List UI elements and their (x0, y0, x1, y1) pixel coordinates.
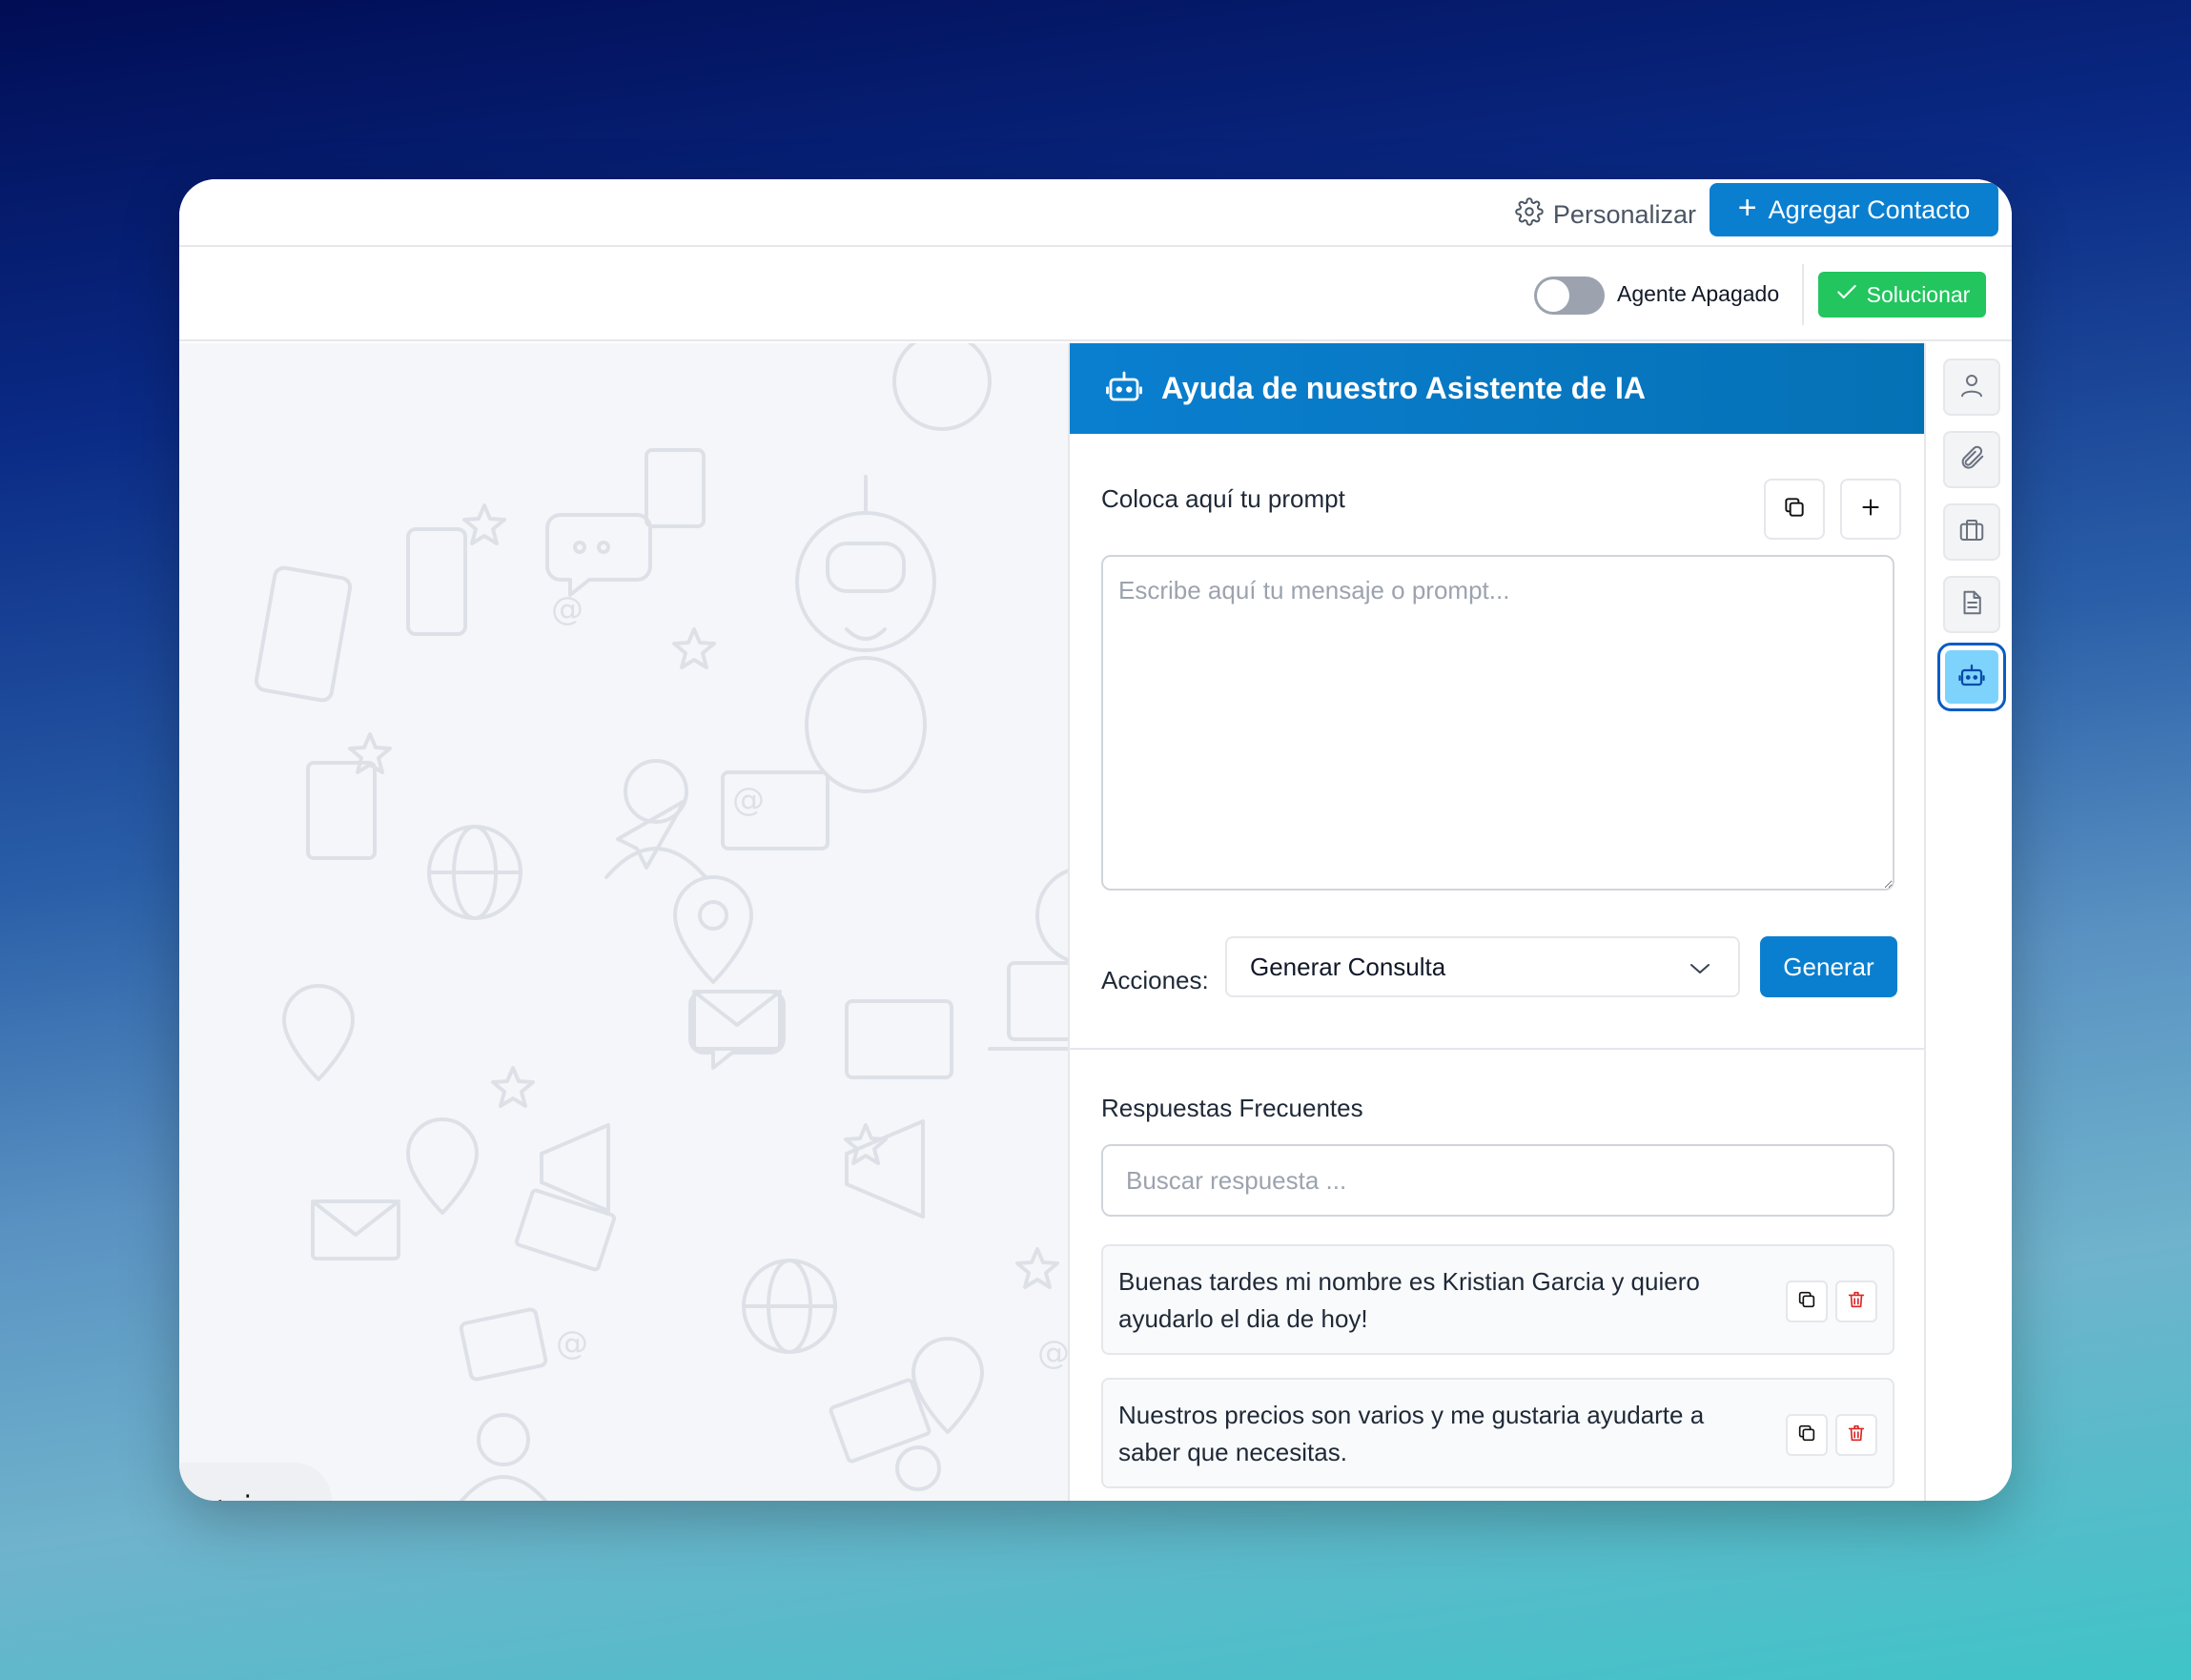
chat-input-corner[interactable]: ◐ ⋮ (179, 1463, 332, 1501)
svg-text:@: @ (556, 1324, 588, 1362)
copy-icon (1796, 1423, 1817, 1448)
generar-button[interactable]: Generar (1760, 936, 1897, 997)
svg-text:@: @ (551, 590, 584, 628)
trash-icon (1846, 1423, 1867, 1448)
actions-label: Acciones: (1101, 966, 1209, 994)
actions-select[interactable]: Generar Consulta (1225, 936, 1740, 997)
agent-toggle-label: Agente Apagado (1617, 281, 1780, 306)
agent-toggle[interactable] (1534, 277, 1605, 315)
plus-icon: + (1737, 190, 1757, 226)
prompt-textarea[interactable] (1101, 555, 1894, 891)
personalizar-label: Personalizar (1552, 199, 1696, 229)
gear-icon (1515, 196, 1544, 233)
prompt-label: Coloca aquí tu prompt (1101, 484, 1345, 513)
right-rail (1926, 343, 2012, 1501)
response-text: Buenas tardes mi nombre es Kristian Garc… (1118, 1267, 1700, 1333)
chat-area: @ @ @ @ ◐ ⋮ (179, 343, 1068, 1501)
plus-icon (1858, 495, 1883, 524)
ai-assistant-panel: Ayuda de nuestro Asistente de IA Coloca … (1068, 343, 1926, 1501)
copy-response-button[interactable] (1786, 1280, 1828, 1322)
briefcase-icon (1957, 516, 1986, 549)
add-prompt-button[interactable] (1840, 479, 1901, 540)
rail-attachments-button[interactable] (1943, 431, 2000, 488)
list-item[interactable]: Buenas tardes mi nombre es Kristian Garc… (1101, 1244, 1894, 1355)
delete-response-button[interactable] (1835, 1280, 1877, 1322)
copy-response-button[interactable] (1786, 1414, 1828, 1456)
svg-text:@: @ (1037, 1334, 1068, 1372)
personalizar-button[interactable]: Personalizar (1515, 191, 1696, 238)
doodle-pattern: @ @ @ @ (254, 343, 1068, 1501)
rail-business-button[interactable] (1943, 503, 2000, 561)
copy-icon (1782, 495, 1807, 524)
rail-ai-assistant-button[interactable] (1937, 643, 2006, 711)
ai-panel-title: Ayuda de nuestro Asistente de IA (1161, 371, 1646, 405)
trash-icon (1846, 1289, 1867, 1315)
check-icon (1834, 279, 1859, 310)
rail-notes-button[interactable] (1943, 576, 2000, 633)
svg-text:@: @ (732, 781, 765, 819)
agregar-contacto-button[interactable]: + Agregar Contacto (1710, 183, 1998, 236)
frequent-responses-title: Respuestas Frecuentes (1101, 1094, 1363, 1122)
volume-icon: ◐ ⋮ (214, 1489, 260, 1501)
robot-icon (1957, 661, 1986, 694)
user-icon (1957, 371, 1986, 404)
copy-icon (1796, 1289, 1817, 1315)
conversation-toolbar: Agente Apagado Solucionar (179, 249, 2012, 341)
actions-selected-value: Generar Consulta (1250, 952, 1446, 981)
delete-response-button[interactable] (1835, 1414, 1877, 1456)
agregar-contacto-label: Agregar Contacto (1768, 195, 1971, 224)
rail-contact-button[interactable] (1943, 359, 2000, 416)
app-window: Personalizar + Agregar Contacto Agente A… (179, 179, 2012, 1501)
solucionar-button[interactable]: Solucionar (1818, 272, 1986, 318)
top-bar: Personalizar + Agregar Contacto (179, 179, 2012, 247)
solucionar-label: Solucionar (1866, 281, 1971, 307)
search-response-input[interactable] (1101, 1144, 1894, 1217)
divider (1802, 264, 1804, 325)
toggle-knob (1537, 279, 1569, 312)
response-text: Nuestros precios son varios y me gustari… (1118, 1401, 1705, 1466)
ai-panel-header: Ayuda de nuestro Asistente de IA (1070, 343, 1924, 434)
robot-icon (1104, 366, 1144, 411)
copy-prompt-button[interactable] (1764, 479, 1825, 540)
paperclip-icon (1957, 443, 1986, 477)
section-divider (1070, 1048, 1924, 1050)
document-icon (1957, 588, 1986, 622)
list-item[interactable]: Nuestros precios son varios y me gustari… (1101, 1378, 1894, 1488)
